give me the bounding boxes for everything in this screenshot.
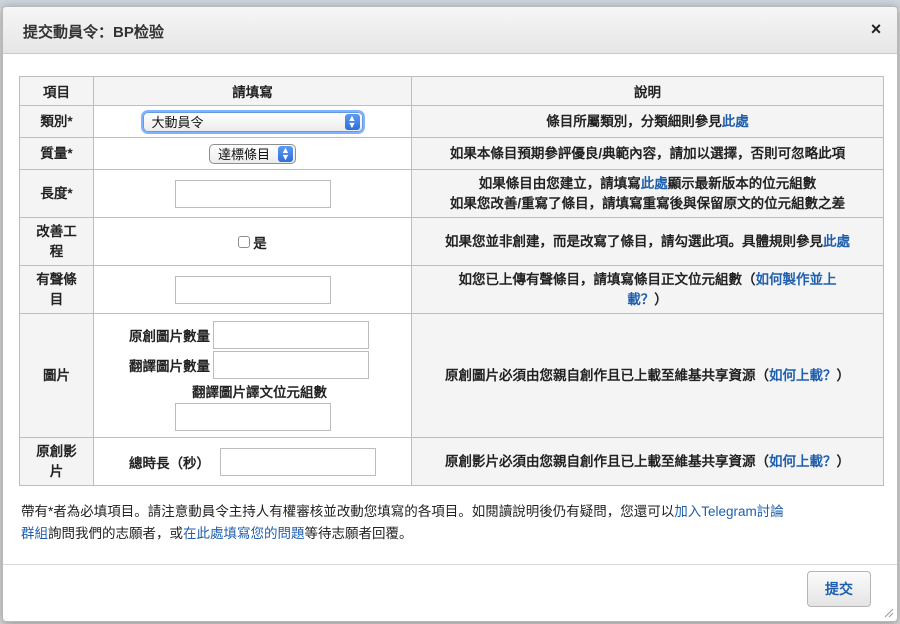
row-video: 原創影 片 總時長（秒） 原創影片必須由您親自創作且已上載至維基共享資源（如何上… xyxy=(19,437,884,486)
length-desc-link[interactable]: 此處 xyxy=(641,176,668,191)
header-fill: 請填寫 xyxy=(93,76,412,106)
translated-image-bytes-input[interactable] xyxy=(174,402,331,431)
category-desc-link[interactable]: 此處 xyxy=(722,114,749,129)
table-header-row: 項目 請填寫 說明 xyxy=(19,76,884,106)
video-desc-text: 原創影片必須由您親自創作且已上載至維基共享資源（ xyxy=(445,453,769,469)
footer-divider xyxy=(3,564,897,565)
footer-text: 詢問我們的志願者，或 xyxy=(48,526,183,541)
close-icon[interactable]: × xyxy=(867,20,885,38)
length-input[interactable] xyxy=(174,179,331,208)
audio-label-line: 有聲條 xyxy=(36,271,77,287)
audio-bytes-input[interactable] xyxy=(174,275,331,304)
length-desc-text: 顯示最新版本的位元組數 xyxy=(667,175,817,191)
translated-image-count-input[interactable] xyxy=(213,350,369,379)
quality-desc: 如果本條目預期參評優良/典範內容，請加以選擇，否則可忽略此項 xyxy=(411,137,884,170)
footer-note: 帶有*者為必填項目。請注意動員令主持人有權審核並改動您填寫的各項目。如閱讀說明後… xyxy=(21,501,881,545)
improve-label-line: 改善工 xyxy=(36,223,77,239)
resize-grip-icon[interactable] xyxy=(882,606,894,618)
improve-desc-text: 如果您並非創建，而是改寫了條目，請勾選此項。具體規則參見 xyxy=(445,233,823,249)
images-desc-text: 原創圖片必須由您親自創作且已上載至維基共享資源（ xyxy=(445,367,769,383)
length-desc: 如果條目由您建立，請填寫此處顯示最新版本的位元組數 如果您改善/重寫了條目，請填… xyxy=(411,169,884,218)
row-length: 長度* 如果條目由您建立，請填寫此處顯示最新版本的位元組數 如果您改善/重寫了條… xyxy=(19,169,884,218)
row-quality: 質量* 達標條目 ▲ ▼ 如果本條目預期參評優良/典範內容，請加以選擇，否則可忽略… xyxy=(19,137,884,170)
footer-text: 等待志願者回覆。 xyxy=(304,526,413,541)
improve-desc-link[interactable]: 此處 xyxy=(823,234,850,249)
images-desc-text: ） xyxy=(836,367,851,383)
header-desc: 說明 xyxy=(411,76,884,106)
audio-label-line: 目 xyxy=(49,291,64,307)
quality-select-value: 達標條目 xyxy=(218,147,271,162)
video-duration-input[interactable] xyxy=(220,447,376,476)
audio-howto-link[interactable]: 載？ xyxy=(627,292,654,307)
audio-desc-text: 如您已上傳有聲條目，請填寫條目正文位元組數（ xyxy=(458,271,756,287)
category-select-value: 大動員令 xyxy=(151,115,204,130)
ask-question-link[interactable]: 在此處填寫您的問題 xyxy=(183,526,305,541)
category-desc-text: 條目所屬類別，分類細則參見 xyxy=(546,113,722,129)
improve-checkbox[interactable] xyxy=(238,235,251,248)
dialog-titlebar: 提交動員令：BP检验 × xyxy=(3,7,897,54)
length-desc-text: 如果條目由您建立，請填寫 xyxy=(478,175,641,191)
quality-select[interactable]: 達標條目 ▲ ▼ xyxy=(209,143,296,164)
images-desc: 原創圖片必須由您親自創作且已上載至維基共享資源（如何上載？） xyxy=(411,313,884,438)
video-desc-text: ） xyxy=(836,453,851,469)
dialog-title: 提交動員令：BP检验 xyxy=(23,24,164,41)
telegram-link[interactable]: 群組 xyxy=(21,526,48,541)
telegram-link[interactable]: 加入Telegram討論 xyxy=(674,504,784,519)
category-label: 類別* xyxy=(19,105,94,138)
video-label-line: 片 xyxy=(49,463,64,479)
improve-desc: 如果您並非創建，而是改寫了條目，請勾選此項。具體規則參見此處 xyxy=(411,217,884,266)
category-select[interactable]: 大動員令 ▲ ▼ xyxy=(142,111,363,132)
improve-checkbox-label[interactable]: 是 xyxy=(253,232,267,252)
quality-label: 質量* xyxy=(19,137,94,170)
translated-image-bytes-label: 翻譯圖片譯文位元組數 xyxy=(192,384,327,400)
audio-desc: 如您已上傳有聲條目，請填寫條目正文位元組數（如何製作並上 載？） xyxy=(411,265,884,314)
video-duration-label: 總時長（秒） xyxy=(129,455,210,471)
video-howto-link[interactable]: 如何上載？ xyxy=(769,454,837,469)
improve-label-line: 程 xyxy=(49,243,64,259)
original-image-count-input[interactable] xyxy=(213,320,369,349)
images-howto-link[interactable]: 如何上載？ xyxy=(769,368,837,383)
improve-checkbox-group[interactable]: 是 xyxy=(238,232,267,252)
improve-label: 改善工 程 xyxy=(19,217,94,266)
row-audio: 有聲條 目 如您已上傳有聲條目，請填寫條目正文位元組數（如何製作並上 載？） xyxy=(19,265,884,314)
row-improve: 改善工 程 是 如果您並非創建，而是改寫了條目，請勾選此項。具體規則參見此處 xyxy=(19,217,884,266)
audio-howto-link[interactable]: 如何製作並上 xyxy=(756,272,837,287)
select-stepper-icon: ▲ ▼ xyxy=(278,145,293,162)
audio-label: 有聲條 目 xyxy=(19,265,94,314)
images-label: 圖片 xyxy=(19,313,94,438)
select-stepper-icon: ▲ ▼ xyxy=(344,113,360,130)
row-images: 圖片 原創圖片數量 翻譯圖片數量 翻譯圖片譯文位元組數 原創圖片必須由您親自創作… xyxy=(19,313,884,438)
audio-desc-text: ） xyxy=(654,291,668,307)
video-label-line: 原創影 xyxy=(36,443,77,459)
translated-image-count-label: 翻譯圖片數量 xyxy=(129,358,210,374)
row-category: 類別* 大動員令 ▲ ▼ 條目所屬類別，分類細則參見此處 xyxy=(19,105,884,138)
original-image-count-label: 原創圖片數量 xyxy=(129,328,210,344)
submit-button[interactable]: 提交 xyxy=(807,571,871,607)
form-table: 項目 請填寫 說明 類別* 大動員令 ▲ ▼ 條目所屬類別，分類細則參見此處 質量… xyxy=(19,76,884,486)
submit-dialog: 提交動員令：BP检验 × 項目 請填寫 說明 類別* 大動員令 ▲ ▼ 條目所屬類… xyxy=(2,6,898,622)
category-desc: 條目所屬類別，分類細則參見此處 xyxy=(411,105,884,138)
video-label: 原創影 片 xyxy=(19,437,94,486)
footer-text: 帶有*者為必填項目。請注意動員令主持人有權審核並改動您填寫的各項目。如閱讀說明後… xyxy=(21,504,675,519)
length-label: 長度* xyxy=(19,169,94,218)
header-item: 項目 xyxy=(19,76,94,106)
length-desc-line2: 如果您改善/重寫了條目，請填寫重寫後與保留原文的位元組數之差 xyxy=(449,195,846,211)
video-desc: 原創影片必須由您親自創作且已上載至維基共享資源（如何上載？） xyxy=(411,437,884,486)
